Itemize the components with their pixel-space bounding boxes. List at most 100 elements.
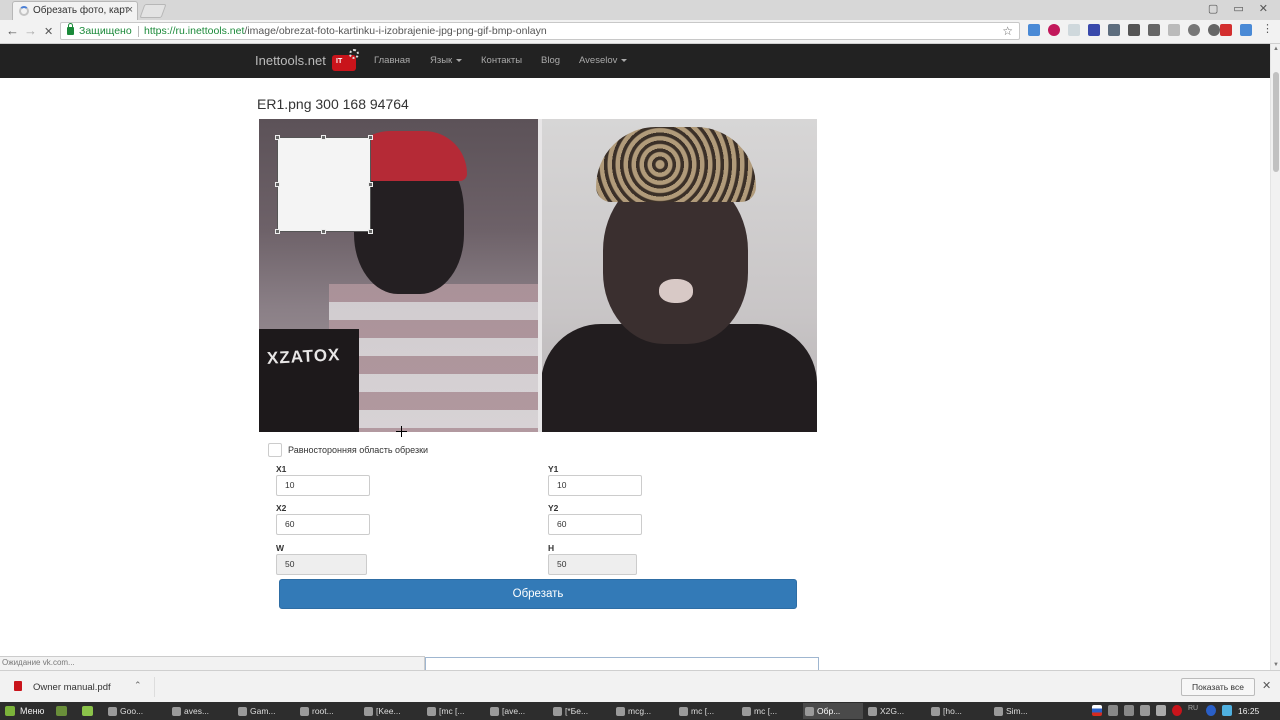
resize-handle-ne[interactable] [368, 135, 373, 140]
tray-icon-3[interactable] [1140, 705, 1150, 716]
download-bar: Owner manual.pdf ⌃ Показать все ✕ [0, 670, 1280, 702]
taskbar-item-terminal-3[interactable]: [ave... [488, 703, 548, 719]
square-crop-checkbox[interactable] [268, 443, 282, 457]
gear-icon [349, 49, 359, 59]
x2-input[interactable]: 60 [276, 514, 370, 535]
crop-button[interactable]: Обрезать [279, 579, 797, 609]
stop-loading-button[interactable]: ✕ [44, 25, 53, 38]
tab-strip: Обрезать фото, карт × ▢ ▭ ✕ [0, 0, 1280, 20]
adblock-icon[interactable] [1220, 24, 1232, 36]
crosshair-cursor-icon [396, 426, 407, 437]
nav-link-home[interactable]: Главная [374, 55, 410, 66]
resize-handle-nw[interactable] [275, 135, 280, 140]
tab-close-icon[interactable]: × [127, 2, 133, 19]
resize-handle-se[interactable] [368, 229, 373, 234]
address-bar[interactable]: Защищено https://ru.inettools.net/image/… [60, 22, 1020, 40]
taskbar-item-terminal-1[interactable]: aves... [170, 703, 232, 719]
caret-down-icon [621, 58, 628, 62]
loading-spinner-icon [19, 6, 29, 16]
taskbar-item-x2go[interactable]: X2G... [866, 703, 926, 719]
y2-input[interactable]: 60 [548, 514, 642, 535]
bookmark-star-icon[interactable]: ☆ [1002, 23, 1013, 39]
nav-link-language[interactable]: Язык [430, 55, 463, 66]
square-crop-label: Равносторонняя область обрезки [288, 445, 429, 455]
network-icon[interactable] [1222, 705, 1232, 716]
clock: 16:25 [1238, 706, 1260, 716]
taskbar-item-keepass[interactable]: [Kee... [362, 703, 422, 719]
resize-handle-w[interactable] [275, 182, 280, 187]
taskbar-item-browser-active[interactable]: Обр... [803, 703, 863, 719]
x1-label: X1 [276, 464, 287, 474]
taskbar-item-vlc[interactable]: Gam... [236, 703, 296, 719]
new-tab-button[interactable] [139, 4, 167, 18]
chevron-up-icon[interactable]: ⌃ [134, 680, 142, 691]
download-icon[interactable] [1128, 24, 1140, 36]
resize-handle-e[interactable] [368, 182, 373, 187]
nav-link-blog[interactable]: Blog [541, 55, 560, 66]
pdf-file-icon [14, 681, 22, 691]
tray-icon-5[interactable] [1172, 705, 1182, 716]
page-scrollbar[interactable]: ▲ ▼ [1270, 44, 1280, 670]
extension-icon-5[interactable] [1108, 24, 1120, 36]
photo-right-person [541, 119, 817, 432]
image-divider [538, 119, 542, 432]
shirt-stripes [329, 284, 539, 432]
nav-link-language-label: Язык [430, 55, 453, 66]
extension-icon-10[interactable] [1208, 24, 1220, 36]
taskbar-item-notes[interactable]: [ho... [929, 703, 989, 719]
show-all-downloads-button[interactable]: Показать все [1181, 678, 1255, 696]
url-text[interactable]: https://ru.inettools.net/image/obrezat-f… [144, 23, 547, 39]
image-caption-text: XZATOX [266, 345, 341, 368]
taskbar-item-chrome[interactable]: Goo... [106, 703, 166, 719]
start-menu-button[interactable]: Меню [2, 703, 44, 719]
translate-icon[interactable] [1240, 24, 1252, 36]
x1-input[interactable]: 10 [276, 475, 370, 496]
site-brand[interactable]: Inettools.net [255, 53, 326, 68]
show-desktop-icon[interactable] [56, 706, 67, 716]
forward-button[interactable]: → [24, 23, 37, 38]
tray-icon-2[interactable] [1124, 705, 1134, 716]
taskbar-item-mcg[interactable]: mcg... [614, 703, 674, 719]
url-path: /image/obrezat-foto-kartinku-i-izobrajen… [244, 25, 547, 37]
resize-handle-n[interactable] [321, 135, 326, 140]
tray-icon-1[interactable] [1108, 705, 1118, 716]
h-label: H [548, 543, 555, 553]
tray-icon-4[interactable] [1156, 705, 1166, 716]
crop-selection-box[interactable] [275, 135, 373, 234]
extension-icon-2[interactable] [1048, 24, 1060, 36]
taskbar-item-mc-1[interactable]: [mc [... [425, 703, 485, 719]
toolbox-logo-icon[interactable]: IT [330, 49, 360, 73]
content-panel-edge [425, 657, 819, 670]
download-file-name[interactable]: Owner manual.pdf [33, 682, 111, 693]
browser-tab-active[interactable]: Обрезать фото, карт × [12, 1, 138, 20]
w-label: W [276, 543, 285, 553]
taskbar-item-mc-3[interactable]: mc [... [740, 703, 800, 719]
list-icon[interactable] [1148, 24, 1160, 36]
keyboard-layout-flag-icon[interactable] [1092, 705, 1102, 716]
language-indicator[interactable]: RU [1188, 705, 1198, 712]
extension-icon-1[interactable] [1028, 24, 1040, 36]
resize-handle-s[interactable] [321, 229, 326, 234]
taskbar-item-editor[interactable]: [*Бе... [551, 703, 611, 719]
taskbar-item-sim[interactable]: Sim... [992, 703, 1052, 719]
close-download-bar-icon[interactable]: ✕ [1262, 679, 1271, 692]
scroll-down-arrow-icon[interactable]: ▼ [1273, 662, 1279, 668]
taskbar-item-terminal-2[interactable]: root... [298, 703, 358, 719]
browser-menu-icon[interactable]: ⋮ [1262, 24, 1274, 36]
bluetooth-icon[interactable] [1206, 705, 1216, 716]
tab-title: Обрезать фото, карт [33, 5, 130, 16]
scroll-up-arrow-icon[interactable]: ▲ [1273, 46, 1279, 52]
scroll-thumb[interactable] [1273, 72, 1279, 172]
taskbar-item-mc-2[interactable]: mc [... [677, 703, 737, 719]
extension-icon-9[interactable] [1188, 24, 1200, 36]
resize-handle-sw[interactable] [275, 229, 280, 234]
file-manager-icon[interactable] [82, 706, 93, 716]
extension-icon-8[interactable] [1168, 24, 1180, 36]
nav-link-contacts[interactable]: Контакты [481, 55, 522, 66]
nav-link-user[interactable]: Aveselov [579, 55, 628, 66]
extension-icon-3[interactable] [1068, 24, 1080, 36]
window-controls[interactable]: ▢ ▭ ✕ [1208, 2, 1274, 15]
extension-icon-4[interactable] [1088, 24, 1100, 36]
back-button[interactable]: ← [6, 23, 19, 38]
y1-input[interactable]: 10 [548, 475, 642, 496]
